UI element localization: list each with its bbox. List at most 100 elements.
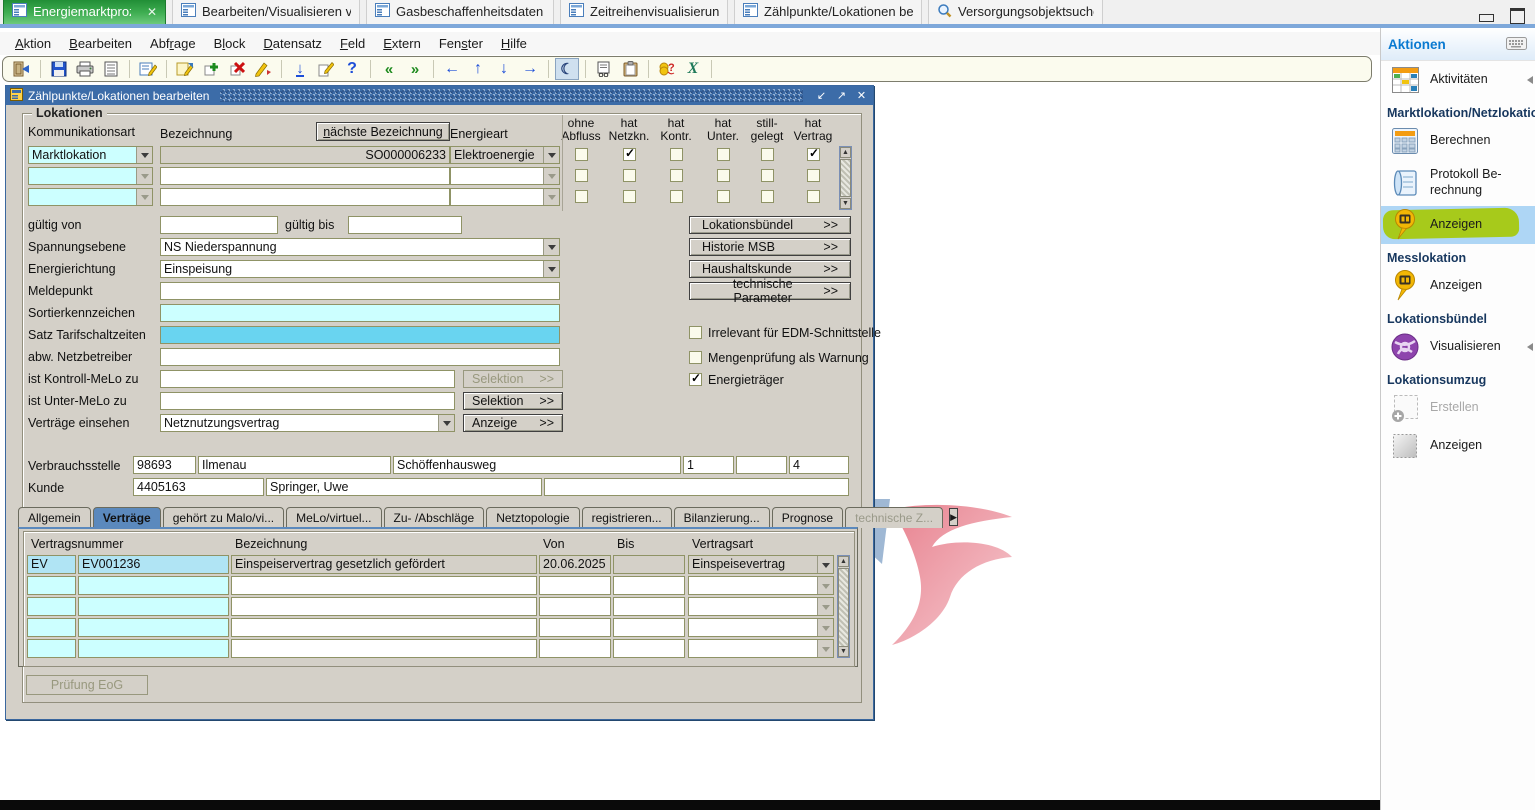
bezeichnung-field-row2[interactable] [160,167,450,185]
gueltig-bis-field[interactable] [348,216,462,234]
bezeichnung-field-row1[interactable]: SO000006233 [160,146,450,164]
menu-bearbeiten[interactable]: Bearbeiten [60,34,141,53]
menu-extern[interactable]: Extern [374,34,430,53]
contract-art-combo[interactable] [688,639,834,658]
flag-checkbox-2-2[interactable] [623,169,636,182]
combo-arrow-icon[interactable] [136,189,152,205]
ist-kontroll-melo-zu-field[interactable] [160,370,455,388]
haushaltskunde-button[interactable]: Haushaltskunde>> [689,260,851,278]
combo-arrow-icon[interactable] [543,239,559,255]
naechste-bezeichnung-button[interactable]: nächste Bezeichnung [316,122,450,141]
detail-tab-zu-abschl-ge[interactable]: Zu- /Abschläge [384,507,485,528]
combo-arrow-icon[interactable] [543,147,559,163]
energieart-combo-row1[interactable]: Elektroenergie [450,146,560,164]
contract-art-combo[interactable]: Einspeisevertrag [688,555,834,574]
app-tab-6[interactable]: Versorgungsobjektsuche [928,0,1103,24]
kunde-field-3[interactable] [544,478,849,496]
ist-unter-melo-zu-field[interactable] [160,392,455,410]
historie-msb-button[interactable]: Historie MSB>> [689,238,851,256]
preview-icon[interactable] [592,58,616,80]
menu-abfrage[interactable]: Abfrage [141,34,205,53]
flag-checkbox-1-2[interactable] [623,148,636,161]
scroll-down-icon[interactable]: ▼ [838,646,849,657]
option-checkbox-3[interactable] [689,373,702,386]
block-next-icon[interactable]: » [403,58,427,80]
kunde-field-2[interactable]: Springer, Uwe [266,478,542,496]
sidebar-item-aktivit-ten[interactable]: Aktivitäten [1381,61,1535,99]
lokationsb-ndel-button[interactable]: Lokationsbündel>> [689,216,851,234]
query-edit-icon[interactable] [173,58,197,80]
contract-bezeichnung-cell[interactable] [231,597,537,616]
combo-arrow-icon[interactable] [817,577,833,594]
detail-tab-allgemein[interactable]: Allgemein [18,507,91,528]
technische-parameter-button[interactable]: technische Parameter>> [689,282,851,300]
window-minimize-icon[interactable]: ↙ [814,89,829,102]
window-title-bar[interactable]: Zählpunkte/Lokationen bearbeiten ↙ ↗ ✕ [6,86,873,105]
verbrauchsstelle-field-1[interactable]: 98693 [133,456,196,474]
menu-block[interactable]: Block [205,34,255,53]
flag-checkbox-3-1[interactable] [575,190,588,203]
scroll-up-icon[interactable]: ▲ [840,147,851,158]
combo-arrow-icon[interactable] [817,598,833,615]
contract-nummer-cell[interactable]: EV001236 [78,555,229,574]
contract-bis-cell[interactable] [613,576,685,595]
contract-typ-cell[interactable]: EV [27,555,76,574]
verbrauchsstelle-field-4[interactable]: 1 [683,456,734,474]
bezeichnung-field-row3[interactable] [160,188,450,206]
scroll-up-icon[interactable]: ▲ [838,556,849,567]
app-tab-2[interactable]: Bearbeiten/Visualisieren vo... [172,0,360,24]
flag-checkbox-2-6[interactable] [807,169,820,182]
menu-fenster[interactable]: Fenster [430,34,492,53]
flag-checkbox-1-1[interactable] [575,148,588,161]
contract-bis-cell[interactable] [613,597,685,616]
contract-art-combo[interactable] [688,597,834,616]
record-delete-icon[interactable] [225,58,249,80]
flag-checkbox-1-3[interactable] [670,148,683,161]
sidebar-item-visualisieren[interactable]: Visualisieren [1381,328,1535,366]
anzeige-button-9[interactable]: Anzeige>> [463,414,563,432]
scroll-thumb[interactable] [840,159,851,197]
satz-tarifschaltzeiten-field[interactable] [160,326,560,344]
scroll-down-icon[interactable]: ▼ [840,198,851,209]
combo-arrow-icon[interactable] [438,415,454,431]
combo-arrow-icon[interactable] [817,556,833,573]
contract-nummer-cell[interactable] [78,618,229,637]
flag-checkbox-3-3[interactable] [670,190,683,203]
app-tab-4[interactable]: Zeitreihenvisualisierung [560,0,728,24]
energieart-combo-row2[interactable] [450,167,560,185]
verbrauchsstelle-field-6[interactable]: 4 [789,456,849,474]
menu-datensatz[interactable]: Datensatz [254,34,331,53]
app-tab-1[interactable]: Energiemarktprozesse✕ [3,0,166,24]
contract-von-cell[interactable] [539,576,611,595]
help-icon[interactable]: ? [340,58,364,80]
contract-bis-cell[interactable] [613,639,685,658]
spannungsebene-field[interactable]: NS Niederspannung [160,238,560,256]
contract-bezeichnung-cell[interactable] [231,576,537,595]
kommunikationsart-combo-row3[interactable] [28,188,153,206]
flag-checkbox-3-6[interactable] [807,190,820,203]
night-icon[interactable]: ☾ [555,58,579,80]
abw-netzbetreiber-field[interactable] [160,348,560,366]
menu-feld[interactable]: Feld [331,34,374,53]
energierichtung-field[interactable]: Einspeisung [160,260,560,278]
contract-von-cell[interactable] [539,639,611,658]
meldepunkt-field[interactable] [160,282,560,300]
contract-bezeichnung-cell[interactable]: Einspeiservertrag gesetzlich gefördert [231,555,537,574]
block-prev-icon[interactable]: « [377,58,401,80]
verbrauchsstelle-field-2[interactable]: Ilmenau [198,456,391,474]
option-checkbox-2[interactable] [689,351,702,364]
contracts-scrollbar[interactable]: ▲▼ [837,555,850,658]
query-pencil-icon[interactable] [251,58,275,80]
flyout-arrow-icon[interactable] [1527,343,1533,351]
gueltig-von-field[interactable] [160,216,278,234]
contract-von-cell[interactable] [539,597,611,616]
sidebar-item-protokoll-be-rechnung[interactable]: Protokoll Be- rechnung [1381,160,1535,206]
contract-typ-cell[interactable] [27,576,76,595]
sidebar-item-anzeigen[interactable]: Anzeigen [1381,206,1535,244]
kommunikationsart-combo-row1[interactable]: Marktlokation [28,146,153,164]
detail-tab-netztopologie[interactable]: Netztopologie [486,507,579,528]
contract-bezeichnung-cell[interactable] [231,639,537,658]
combo-arrow-icon[interactable] [817,640,833,657]
combo-arrow-icon[interactable] [543,189,559,205]
contract-bis-cell[interactable] [613,618,685,637]
